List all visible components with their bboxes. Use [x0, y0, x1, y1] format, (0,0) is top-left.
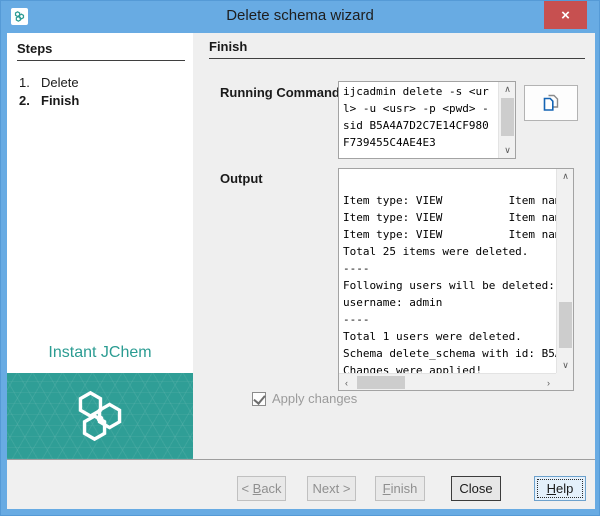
- step-number: 1.: [19, 75, 30, 90]
- scroll-up-icon[interactable]: ∧: [557, 169, 574, 184]
- running-command-textarea[interactable]: ijcadmin delete -s <ur l> -u <usr> -p <p…: [338, 81, 516, 159]
- back-button: < Back: [237, 476, 286, 501]
- output-vscroll-thumb[interactable]: [559, 302, 572, 348]
- step-label: Finish: [41, 93, 80, 108]
- dialog-body: Steps 1. Delete 2. Finish Instant JChem: [7, 33, 595, 509]
- titlebar[interactable]: Delete schema wizard ×: [1, 1, 599, 33]
- brand-banner: [7, 373, 193, 459]
- output-hscrollbar[interactable]: ‹ ›: [339, 373, 556, 390]
- step-number: 2.: [19, 93, 30, 108]
- scrollbar-corner: [556, 373, 573, 390]
- instant-jchem-hexagon-logo: [78, 390, 122, 442]
- step-item-finish: 2. Finish: [19, 93, 79, 108]
- scroll-down-icon[interactable]: ∨: [499, 143, 516, 158]
- next-button: Next >: [307, 476, 356, 501]
- window-title: Delete schema wizard: [226, 7, 374, 24]
- brand-name: Instant JChem: [48, 344, 152, 361]
- copy-command-button[interactable]: [524, 85, 578, 121]
- running-command-vscrollbar[interactable]: ∧ ∨: [498, 82, 515, 158]
- step-label: Delete: [41, 75, 79, 90]
- running-command-vscroll-thumb[interactable]: [501, 98, 514, 136]
- window-close-button[interactable]: ×: [544, 1, 587, 29]
- footer-button-bar: < Back Next > Finish Close Help: [7, 459, 595, 509]
- delete-schema-wizard-window: Delete schema wizard × Steps 1. Delete 2.…: [0, 0, 600, 516]
- output-vscrollbar[interactable]: ∧ ∨: [556, 169, 573, 373]
- copy-icon: [543, 94, 559, 111]
- page-title-divider: [209, 58, 585, 59]
- output-text: Item type: VIEW Item nam Item type: VIEW…: [339, 169, 556, 373]
- scroll-right-icon[interactable]: ›: [541, 374, 556, 391]
- page-title: Finish: [209, 39, 248, 54]
- output-hscroll-thumb[interactable]: [357, 376, 405, 389]
- running-command-text: ijcadmin delete -s <ur l> -u <usr> -p <p…: [343, 85, 489, 149]
- output-textarea[interactable]: Item type: VIEW Item nam Item type: VIEW…: [338, 168, 574, 391]
- running-command-label: Running Command: [220, 85, 340, 100]
- output-text-lines: Item type: VIEW Item nam Item type: VIEW…: [343, 194, 556, 373]
- steps-divider: [17, 60, 185, 61]
- main-panel: Finish Running Command ijcadmin delete -…: [193, 33, 595, 459]
- close-icon: ×: [561, 6, 570, 24]
- steps-sidebar: Steps 1. Delete 2. Finish Instant JChem: [7, 33, 193, 459]
- scroll-up-icon[interactable]: ∧: [499, 82, 516, 97]
- scroll-left-icon[interactable]: ‹: [339, 374, 354, 391]
- steps-header: Steps: [17, 41, 53, 56]
- apply-changes-row: Apply changes: [252, 391, 357, 406]
- step-item-delete: 1. Delete: [19, 75, 79, 90]
- apply-changes-label: Apply changes: [272, 391, 358, 406]
- scroll-down-icon[interactable]: ∨: [557, 358, 574, 373]
- finish-button: Finish: [375, 476, 425, 501]
- help-button[interactable]: Help: [534, 476, 586, 501]
- apply-changes-checkbox: [252, 391, 266, 406]
- close-button[interactable]: Close: [451, 476, 501, 501]
- output-label: Output: [220, 171, 263, 186]
